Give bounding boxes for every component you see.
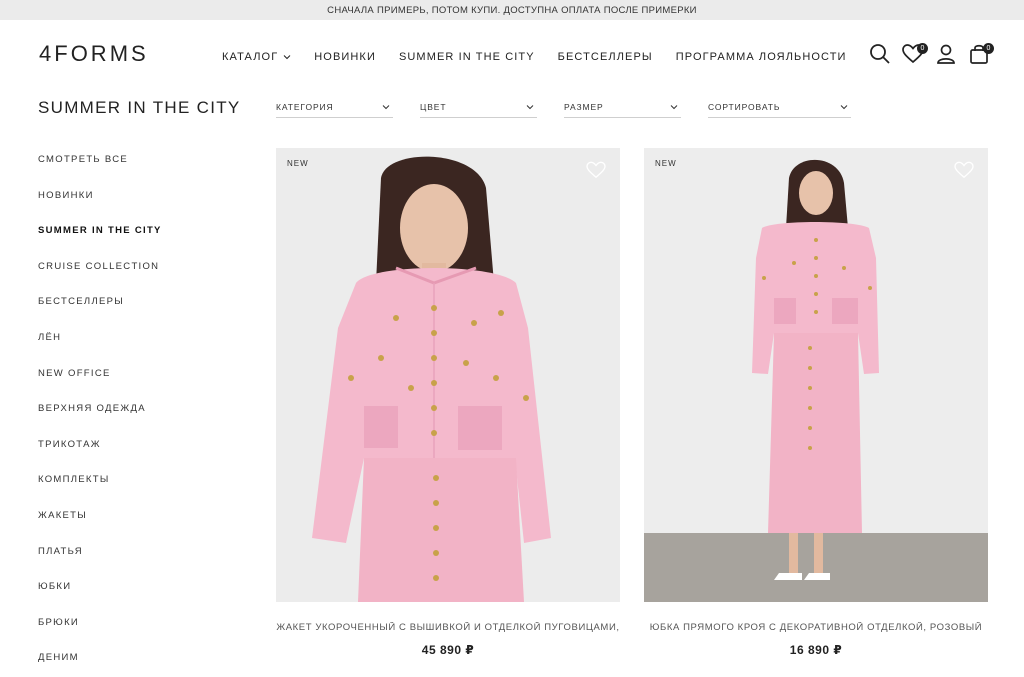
sidebar-item-cruise[interactable]: CRUISE COLLECTION (38, 257, 162, 293)
nav-item-catalog[interactable]: КАТАЛОГ (222, 51, 291, 63)
category-sidebar: СМОТРЕТЬ ВСЕ НОВИНКИ SUMMER IN THE CITY … (38, 150, 162, 677)
filter-size[interactable]: РАЗМЕР (564, 97, 681, 118)
filter-category[interactable]: КАТЕГОРИЯ (276, 97, 393, 118)
product-name[interactable]: ЮБКА ПРЯМОГО КРОЯ С ДЕКОРАТИВНОЙ ОТДЕЛКО… (644, 622, 988, 633)
bag-icon[interactable]: 0 (968, 42, 994, 66)
new-badge: NEW (287, 159, 309, 168)
promo-bar: СНАЧАЛА ПРИМЕРЬ, ПОТОМ КУПИ. ДОСТУПНА ОП… (0, 0, 1024, 20)
nav-item-loyalty[interactable]: ПРОГРАММА ЛОЯЛЬНОСТИ (676, 51, 847, 63)
heart-icon[interactable] (954, 161, 974, 179)
header-icons: 0 0 (869, 42, 1001, 66)
chevron-down-icon (382, 103, 390, 112)
product-price: 45 890 ₽ (421, 643, 475, 657)
filter-label: КАТЕГОРИЯ (276, 102, 334, 112)
search-icon[interactable] (869, 42, 891, 66)
product-image[interactable]: NEW (276, 148, 620, 602)
logo-digit: 4 (39, 41, 55, 66)
sidebar-item-linen[interactable]: ЛЁН (38, 328, 162, 364)
sidebar-item-bestsellers[interactable]: БЕСТСЕЛЛЕРЫ (38, 292, 162, 328)
product-card[interactable]: NEW ЖАКЕТ УКОРОЧЕННЫЙ С ВЫШИВКОЙ И ОТДЕЛ… (276, 148, 620, 657)
sidebar-item-outerwear[interactable]: ВЕРХНЯЯ ОДЕЖДА (38, 399, 162, 435)
chevron-down-icon (283, 53, 291, 62)
sidebar-item-sets[interactable]: КОМПЛЕКТЫ (38, 470, 162, 506)
sort-select[interactable]: СОРТИРОВАТЬ (708, 97, 851, 118)
logo[interactable]: 4FORMS (39, 41, 149, 67)
nav-label: КАТАЛОГ (222, 51, 279, 63)
sidebar-item-jackets[interactable]: ЖАКЕТЫ (38, 506, 162, 542)
chevron-down-icon (840, 103, 848, 112)
chevron-down-icon (526, 103, 534, 112)
promo-text: СНАЧАЛА ПРИМЕРЬ, ПОТОМ КУПИ. ДОСТУПНА ОП… (327, 4, 697, 16)
product-photo-illustration (276, 148, 620, 602)
main-nav: КАТАЛОГ НОВИНКИ SUMMER IN THE CITY БЕСТС… (222, 51, 870, 63)
nav-item-new[interactable]: НОВИНКИ (314, 51, 376, 63)
sidebar-item-all[interactable]: СМОТРЕТЬ ВСЕ (38, 150, 162, 186)
filter-bar: КАТЕГОРИЯ ЦВЕТ РАЗМЕР СОРТИРОВАТЬ (276, 97, 878, 118)
favorites-count-badge: 0 (917, 43, 928, 54)
heart-icon[interactable] (586, 161, 606, 179)
sidebar-item-dresses[interactable]: ПЛАТЬЯ (38, 542, 162, 578)
page-title: SUMMER IN THE CITY (38, 98, 241, 117)
product-name[interactable]: ЖАКЕТ УКОРОЧЕННЫЙ С ВЫШИВКОЙ И ОТДЕЛКОЙ … (276, 622, 620, 633)
nav-item-summer[interactable]: SUMMER IN THE CITY (399, 51, 535, 63)
product-photo-illustration (644, 148, 988, 602)
filter-color[interactable]: ЦВЕТ (420, 97, 537, 118)
user-icon[interactable] (935, 42, 957, 66)
nav-item-bestsellers[interactable]: БЕСТСЕЛЛЕРЫ (558, 51, 653, 63)
product-card[interactable]: NEW ЮБКА ПРЯМОГО КРОЯ С ДЕКОРАТИВНОЙ ОТД… (644, 148, 988, 657)
sidebar-item-trousers[interactable]: БРЮКИ (38, 613, 162, 649)
site-header: 4FORMS КАТАЛОГ НОВИНКИ SUMMER IN THE CIT… (0, 20, 1024, 90)
nav-label: БЕСТСЕЛЛЕРЫ (557, 51, 653, 63)
sidebar-item-new[interactable]: НОВИНКИ (38, 186, 162, 222)
product-image[interactable]: NEW (644, 148, 988, 602)
new-badge: NEW (655, 159, 677, 168)
cart-count-badge: 0 (983, 43, 994, 54)
sidebar-item-knitwear[interactable]: ТРИКОТАЖ (38, 435, 162, 471)
sidebar-item-denim[interactable]: ДЕНИМ (38, 648, 162, 677)
filter-label: РАЗМЕР (564, 102, 604, 112)
nav-label: ПРОГРАММА ЛОЯЛЬНОСТИ (675, 51, 847, 63)
nav-label: НОВИНКИ (314, 51, 376, 63)
nav-label: SUMMER IN THE CITY (398, 51, 535, 63)
filter-label: СОРТИРОВАТЬ (708, 102, 781, 112)
heart-icon[interactable]: 0 (902, 42, 928, 66)
sidebar-item-skirts[interactable]: ЮБКИ (38, 577, 162, 613)
sidebar-item-summer[interactable]: SUMMER IN THE CITY (38, 221, 162, 257)
product-price: 16 890 ₽ (789, 643, 843, 657)
chevron-down-icon (670, 103, 678, 112)
logo-word: FORMS (54, 41, 149, 66)
sidebar-item-new-office[interactable]: NEW OFFICE (38, 364, 162, 400)
filter-label: ЦВЕТ (420, 102, 447, 112)
